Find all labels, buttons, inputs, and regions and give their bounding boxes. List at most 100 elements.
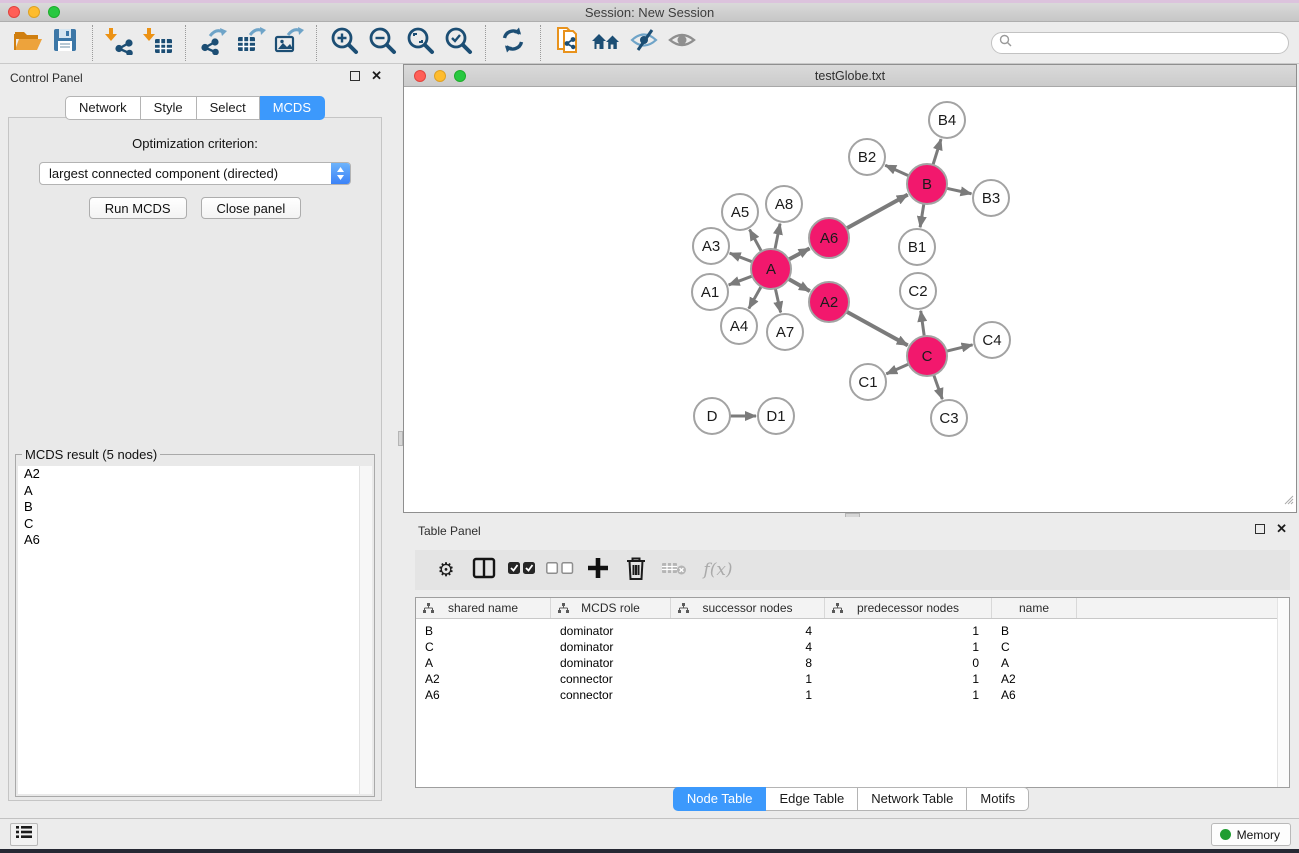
import-network-button[interactable] [101, 24, 139, 62]
delete-column-button[interactable] [617, 551, 655, 589]
export-table-button[interactable] [232, 24, 270, 62]
select-all-button[interactable] [503, 551, 541, 589]
save-session-button[interactable] [46, 24, 84, 62]
node-A3[interactable]: A3 [693, 228, 729, 264]
list-scrollbar[interactable] [359, 466, 372, 794]
node-D[interactable]: D [694, 398, 730, 434]
node-A1[interactable]: A1 [692, 274, 728, 310]
close-panel-icon[interactable]: ✕ [371, 71, 382, 81]
show-panels-button[interactable] [663, 24, 701, 62]
column-header-shared-name[interactable]: shared name [416, 598, 551, 618]
node-A[interactable]: A [751, 249, 791, 289]
table-cell[interactable]: 1 [825, 639, 992, 655]
table-cell[interactable]: dominator [551, 623, 671, 639]
column-visibility-button[interactable] [465, 551, 503, 589]
table-tab-node-table[interactable]: Node Table [673, 787, 767, 811]
column-header-successor-nodes[interactable]: successor nodes [671, 598, 825, 618]
node-A5[interactable]: A5 [722, 194, 758, 230]
edge-C-C2[interactable] [921, 311, 925, 337]
table-cell[interactable]: 1 [825, 623, 992, 639]
edge-A-A7[interactable] [775, 288, 781, 313]
table-cell[interactable]: B [416, 623, 551, 639]
table-cell[interactable]: C [992, 639, 1077, 655]
import-table-button[interactable] [139, 24, 177, 62]
node-table[interactable]: shared nameMCDS rolesuccessor nodesprede… [415, 597, 1290, 788]
node-D1[interactable]: D1 [758, 398, 794, 434]
column-header-MCDS-role[interactable]: MCDS role [551, 598, 671, 618]
table-cell[interactable]: A [416, 655, 551, 671]
table-cell[interactable]: A [992, 655, 1077, 671]
table-cell[interactable]: 4 [671, 623, 825, 639]
edge-A-A3[interactable] [730, 253, 754, 262]
mcds-result-item[interactable]: A2 [18, 466, 372, 483]
node-C1[interactable]: C1 [850, 364, 886, 400]
node-C4[interactable]: C4 [974, 322, 1010, 358]
table-cell[interactable]: B [992, 623, 1077, 639]
table-cell[interactable]: 0 [825, 655, 992, 671]
table-row[interactable]: A2connector11A2 [416, 671, 1289, 687]
table-scrollbar[interactable] [1277, 598, 1289, 787]
home-button[interactable] [587, 24, 625, 62]
mcds-result-item[interactable]: C [18, 516, 372, 533]
node-C3[interactable]: C3 [931, 400, 967, 436]
table-cell[interactable]: 1 [825, 687, 992, 703]
apply-layout-button[interactable] [494, 24, 532, 62]
tab-mcds[interactable]: MCDS [260, 96, 325, 120]
float-panel-icon[interactable] [350, 71, 360, 81]
table-row[interactable]: Adominator80A [416, 655, 1289, 671]
network-canvas[interactable]: B4B2BB3A8A5A6A3B1AA1C2A2A4A7C4CC1DD1C3 [404, 87, 1296, 512]
table-cell[interactable]: C [416, 639, 551, 655]
network-window-titlebar[interactable]: testGlobe.txt [404, 65, 1296, 87]
table-cell[interactable]: A6 [992, 687, 1077, 703]
mcds-result-item[interactable]: B [18, 499, 372, 516]
edge-A-A6[interactable] [788, 248, 810, 260]
table-row[interactable]: Cdominator41C [416, 639, 1289, 655]
float-panel-icon[interactable] [1255, 524, 1265, 534]
table-cell[interactable]: A2 [992, 671, 1077, 687]
zoom-out-button[interactable] [363, 24, 401, 62]
task-history-button[interactable] [10, 823, 38, 846]
table-row[interactable]: Bdominator41B [416, 623, 1289, 639]
table-tab-network-table[interactable]: Network Table [858, 787, 967, 811]
column-header-name[interactable]: name [992, 598, 1077, 618]
table-cell[interactable]: A2 [416, 671, 551, 687]
zoom-fit-button[interactable] [401, 24, 439, 62]
table-cell[interactable]: connector [551, 671, 671, 687]
export-network-button[interactable] [194, 24, 232, 62]
edge-A-A1[interactable] [729, 276, 754, 285]
edge-A-A4[interactable] [749, 286, 762, 309]
node-B1[interactable]: B1 [899, 229, 935, 265]
node-A4[interactable]: A4 [721, 308, 757, 344]
network-zoom-button[interactable] [454, 70, 466, 82]
edge-A6-B[interactable] [846, 195, 908, 229]
node-C[interactable]: C [907, 336, 947, 376]
node-B[interactable]: B [907, 164, 947, 204]
table-tab-motifs[interactable]: Motifs [967, 787, 1029, 811]
network-close-button[interactable] [414, 70, 426, 82]
table-tab-edge-table[interactable]: Edge Table [766, 787, 858, 811]
mcds-result-item[interactable]: A [18, 483, 372, 500]
table-cell[interactable]: 1 [825, 671, 992, 687]
zoom-in-button[interactable] [325, 24, 363, 62]
zoom-selected-button[interactable] [439, 24, 477, 62]
table-cell[interactable]: connector [551, 687, 671, 703]
mcds-result-item[interactable]: A6 [18, 532, 372, 549]
table-cell[interactable]: dominator [551, 655, 671, 671]
edge-A2-C[interactable] [846, 311, 908, 345]
close-window-button[interactable] [8, 6, 20, 18]
edge-A-A5[interactable] [750, 230, 762, 253]
table-cell[interactable]: 4 [671, 639, 825, 655]
node-C2[interactable]: C2 [900, 273, 936, 309]
tab-network[interactable]: Network [65, 96, 141, 120]
table-cell[interactable]: dominator [551, 639, 671, 655]
table-row[interactable]: A6connector11A6 [416, 687, 1289, 703]
tab-select[interactable]: Select [197, 96, 260, 120]
deselect-all-button[interactable] [541, 551, 579, 589]
close-panel-button[interactable]: Close panel [201, 197, 302, 219]
table-cell[interactable]: 1 [671, 671, 825, 687]
resize-grip-icon[interactable] [1281, 492, 1294, 510]
mcds-result-list[interactable]: A2ABCA6 [18, 466, 372, 794]
network-minimize-button[interactable] [434, 70, 446, 82]
run-mcds-button[interactable]: Run MCDS [89, 197, 187, 219]
network-graph[interactable]: B4B2BB3A8A5A6A3B1AA1C2A2A4A7C4CC1DD1C3 [404, 87, 1296, 512]
